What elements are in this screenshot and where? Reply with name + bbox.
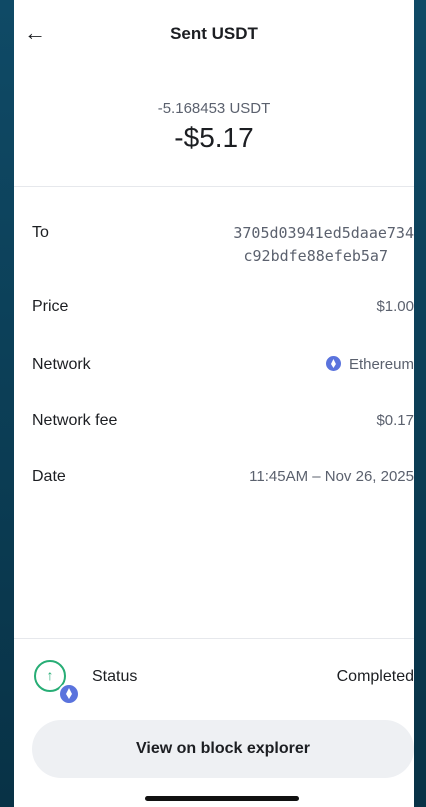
header: ← Sent USDT [14,0,414,70]
network-name: Ethereum [348,356,414,373]
network-value: Ethereum [325,356,414,373]
status-label: Status [92,668,138,685]
network-label: Network [32,356,91,373]
to-label: To [32,224,49,241]
to-address-line2: c92bdfe88efeb5a7 [243,247,389,265]
network-fee-label: Network fee [32,412,118,429]
status-ethereum-badge-icon [58,683,80,705]
network-fee-value: $0.17 [376,412,414,429]
ethereum-icon [325,356,341,371]
background-left [0,0,14,807]
detail-row-date: Date 11:45AM – Nov 26, 2025 [14,468,414,492]
date-value: 11:45AM – Nov 26, 2025 [249,468,414,485]
background-right [414,0,426,807]
crypto-amount: -5.168453 USDT [157,100,271,117]
detail-row-network-fee: Network fee $0.17 [14,412,414,436]
divider [14,186,414,187]
detail-row-network: Network Ethereum [14,356,414,380]
price-label: Price [32,298,69,315]
to-address[interactable]: 3705d03941ed5daae734 c92bdfe88efeb5a7 [233,222,414,268]
price-value: $1.00 [376,298,414,315]
date-label: Date [32,468,66,485]
home-indicator [145,796,299,801]
detail-row-price: Price $1.00 [14,298,414,322]
page-title: Sent USDT [170,24,258,43]
to-address-line1: 3705d03941ed5daae734 [233,224,414,242]
transaction-detail-sheet: ← Sent USDT -5.168453 USDT -$5.17 To 370… [14,0,414,807]
status-value: Completed [336,668,414,685]
fiat-amount: -$5.17 [174,122,254,153]
detail-row-to: To 3705d03941ed5daae734 c92bdfe88efeb5a7 [14,224,414,274]
view-on-block-explorer-button[interactable]: View on block explorer [32,720,414,778]
divider [14,638,414,639]
